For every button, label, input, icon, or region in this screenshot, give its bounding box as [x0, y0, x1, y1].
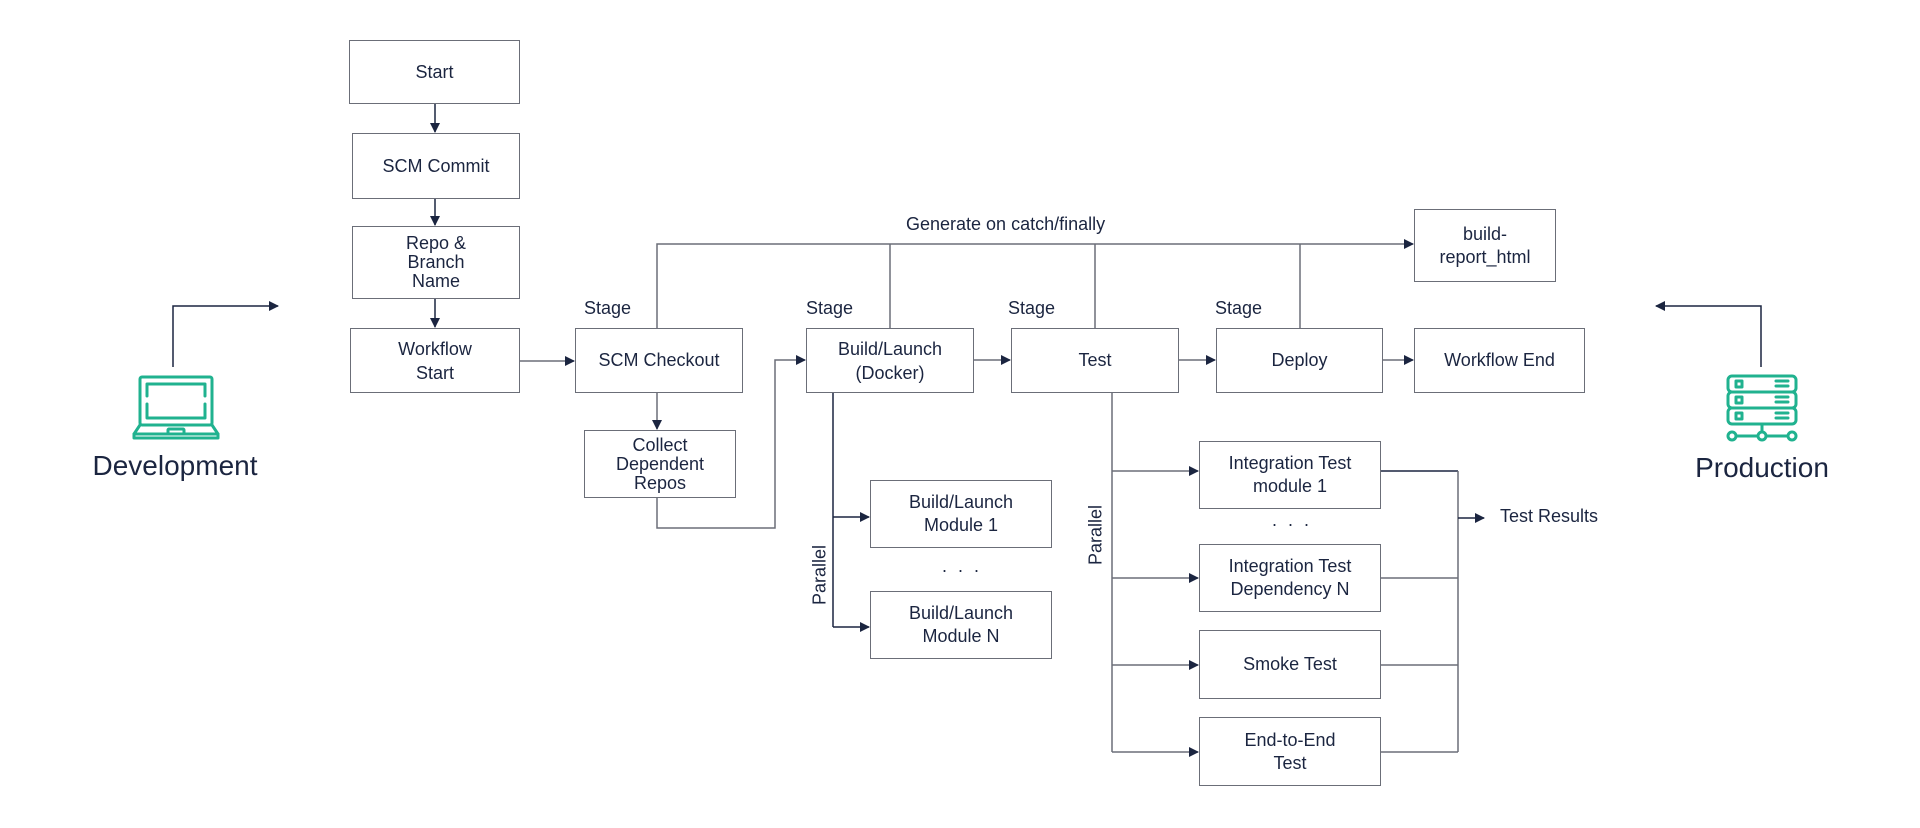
- stage-label-checkout: Stage: [584, 298, 632, 318]
- node-smoke-test[interactable]: Smoke Test: [1199, 630, 1381, 699]
- parallel-label-test: Parallel: [1085, 504, 1106, 566]
- stage-label-deploy: Stage: [1215, 298, 1263, 318]
- build-modules-ellipsis: . . .: [941, 556, 983, 576]
- laptop-icon: [132, 375, 220, 440]
- production-label: Production: [1695, 452, 1829, 483]
- node-scm-commit[interactable]: SCM Commit: [352, 133, 520, 199]
- prod-connector: [1655, 301, 1762, 367]
- node-start[interactable]: Start: [349, 40, 520, 104]
- node-test[interactable]: Test: [1011, 328, 1179, 393]
- parallel-label-build: Parallel: [809, 544, 830, 606]
- node-repo-branch[interactable]: Repo & Branch Name: [352, 226, 520, 299]
- node-workflow-start[interactable]: Workflow Start: [350, 328, 520, 393]
- node-integration-module-1[interactable]: Integration Test module 1: [1199, 441, 1381, 509]
- server-icon: [1726, 374, 1798, 442]
- node-build-module-1[interactable]: Build/Launch Module 1: [870, 480, 1052, 548]
- diagram-connectors: [172, 104, 1762, 757]
- generate-label: Generate on catch/finally: [906, 214, 1106, 234]
- stage-label-test: Stage: [1008, 298, 1056, 318]
- node-integration-dependency-n[interactable]: Integration Test Dependency N: [1199, 544, 1381, 612]
- node-end-to-end-test[interactable]: End-to-End Test: [1199, 717, 1381, 786]
- node-build-module-n[interactable]: Build/Launch Module N: [870, 591, 1052, 659]
- dev-connector: [172, 301, 279, 367]
- node-deploy[interactable]: Deploy: [1216, 328, 1383, 393]
- node-workflow-end[interactable]: Workflow End: [1414, 328, 1585, 393]
- stage-label-build: Stage: [806, 298, 854, 318]
- development-label: Development: [92, 450, 258, 481]
- test-results-label: Test Results: [1500, 506, 1599, 526]
- integration-ellipsis: . . .: [1271, 510, 1313, 530]
- node-collect-repos[interactable]: Collect Dependent Repos: [584, 430, 736, 498]
- node-build-report[interactable]: build- report_html: [1414, 209, 1556, 282]
- node-build-launch[interactable]: Build/Launch (Docker): [806, 328, 974, 393]
- node-scm-checkout[interactable]: SCM Checkout: [575, 328, 743, 393]
